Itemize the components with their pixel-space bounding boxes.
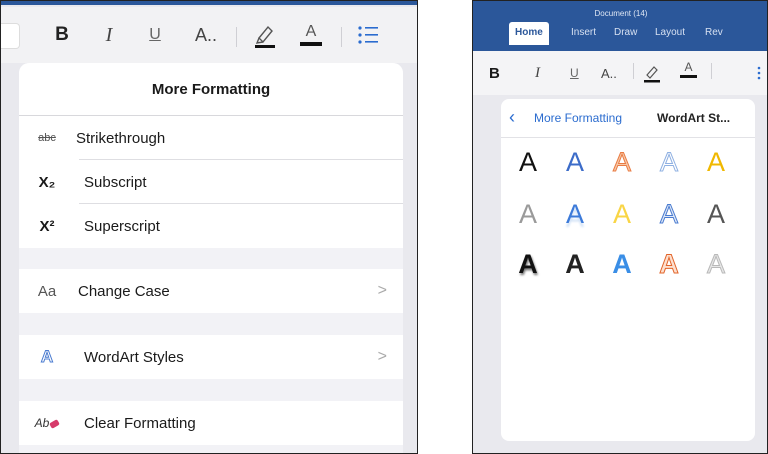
wordart-style-dark-gray-plain[interactable]: A [701,199,731,230]
italic-button[interactable]: I [535,61,540,85]
clear-formatting-row[interactable]: Ab Clear Formatting [19,401,403,445]
font-color-letter: A [684,60,693,74]
highlighter-icon [255,25,275,48]
change-case-icon: Aa [37,282,57,300]
card-nav-bar: ‹ More Formatting WordArt St... [501,99,755,138]
highlighter-button[interactable] [643,61,661,85]
bullets-button[interactable] [355,19,381,51]
bulleted-list-icon [757,66,761,80]
document-title: Document (14) [594,9,648,18]
wordart-styles-row[interactable]: A WordArt Styles > [19,335,403,379]
toolbar-left-segment [1,23,20,49]
font-color-button[interactable]: A [298,19,324,51]
text-effects-group: abc Strikethrough X₂ Subscript X² Supers… [19,116,403,248]
chevron-right-icon: > [377,348,387,365]
tab-home[interactable]: Home [509,22,549,45]
toolbar-divider [633,63,634,79]
wordart-style-orange-outline[interactable]: A [607,147,637,178]
tab-review[interactable]: Rev [705,27,723,38]
wordart-style-black-shadow[interactable]: A [513,249,543,280]
wordart-style-light-blue-outline[interactable]: A [654,147,684,178]
font-color-letter: A [305,23,317,40]
wordart-style-blue-reflection[interactable]: A [560,199,590,230]
font-color-button[interactable]: A [680,61,697,85]
underline-button[interactable]: U [570,61,579,85]
wordart-icon: A [40,347,54,367]
tab-insert[interactable]: Insert [571,27,596,38]
clear-formatting-icon-text: Ab [34,416,50,430]
wordart-styles-label: WordArt Styles [84,348,184,366]
toolbar-divider [341,27,342,47]
change-case-label: Change Case [78,282,170,300]
formatting-toolbar: B I U A.. A [473,51,767,95]
wordart-style-yellow-plain[interactable]: A [607,199,637,230]
clear-formatting-group: Ab Clear Formatting [19,401,403,445]
card-title: WordArt St... [657,111,731,125]
wordart-style-silver-plain[interactable]: A [701,249,731,280]
highlighter-icon [644,66,660,83]
wordart-style-blue-plain[interactable]: A [560,147,590,178]
subscript-icon: X₂ [38,173,56,191]
back-chevron-icon[interactable]: ‹ [509,107,515,128]
wordart-style-orange-outline[interactable]: A [654,249,684,280]
more-formatting-sheet: More Formatting abc Strikethrough X₂ Sub… [19,63,403,453]
change-case-row[interactable]: Aa Change Case > [19,269,403,313]
strikethrough-label: Strikethrough [76,129,166,147]
superscript-row[interactable]: X² Superscript [19,204,403,248]
font-size-button[interactable]: A.. [191,19,221,51]
wordart-styles-card: ‹ More Formatting WordArt St... A A A A … [501,99,755,441]
wordart-group: A WordArt Styles > [19,335,403,379]
wordart-style-gray-plain[interactable]: A [513,199,543,230]
tab-layout[interactable]: Layout [655,27,685,38]
clear-formatting-label: Clear Formatting [84,414,196,432]
toolbar-divider [236,27,237,47]
clear-formatting-icon: Ab [29,416,65,430]
wordart-style-black-bold[interactable]: A [560,249,590,280]
sheet-title: More Formatting [19,63,403,116]
font-color-swatch [680,75,697,78]
strikethrough-icon: abc [38,132,56,144]
change-case-group: Aa Change Case > [19,269,403,313]
subscript-row[interactable]: X₂ Subscript [19,160,403,204]
eraser-icon [49,419,61,429]
wordart-style-blue-outline[interactable]: A [654,199,684,230]
word-ribbon: Document (14) Home Insert Draw Layout Re… [473,1,767,51]
underline-button[interactable]: U [146,19,164,51]
wordart-style-gold-plain[interactable]: A [701,147,731,178]
subscript-label: Subscript [84,173,147,191]
formatting-toolbar: B I U A.. A [1,7,417,63]
chevron-right-icon: > [377,282,387,299]
right-screenshot: Document (14) Home Insert Draw Layout Re… [472,0,768,454]
bold-button[interactable]: B [489,61,500,85]
wordart-style-black-plain[interactable]: A [513,147,543,178]
ribbon-edge [1,1,417,5]
left-screenshot: B I U A.. A More Formatting abc Striketh… [0,0,418,454]
strikethrough-row[interactable]: abc Strikethrough [19,116,403,160]
superscript-label: Superscript [84,217,160,235]
toolbar-divider [711,63,712,79]
bullets-button[interactable] [757,61,767,85]
superscript-icon: X² [39,217,55,235]
font-color-swatch [300,42,322,46]
font-size-button[interactable]: A.. [601,61,617,85]
bold-button[interactable]: B [50,19,74,51]
bulleted-list-icon [358,26,378,44]
highlighter-button[interactable] [252,19,278,51]
wordart-style-blue-gradient[interactable]: A [607,249,637,280]
back-button[interactable]: More Formatting [534,111,622,125]
italic-button[interactable]: I [99,19,119,51]
tab-draw[interactable]: Draw [614,27,637,38]
